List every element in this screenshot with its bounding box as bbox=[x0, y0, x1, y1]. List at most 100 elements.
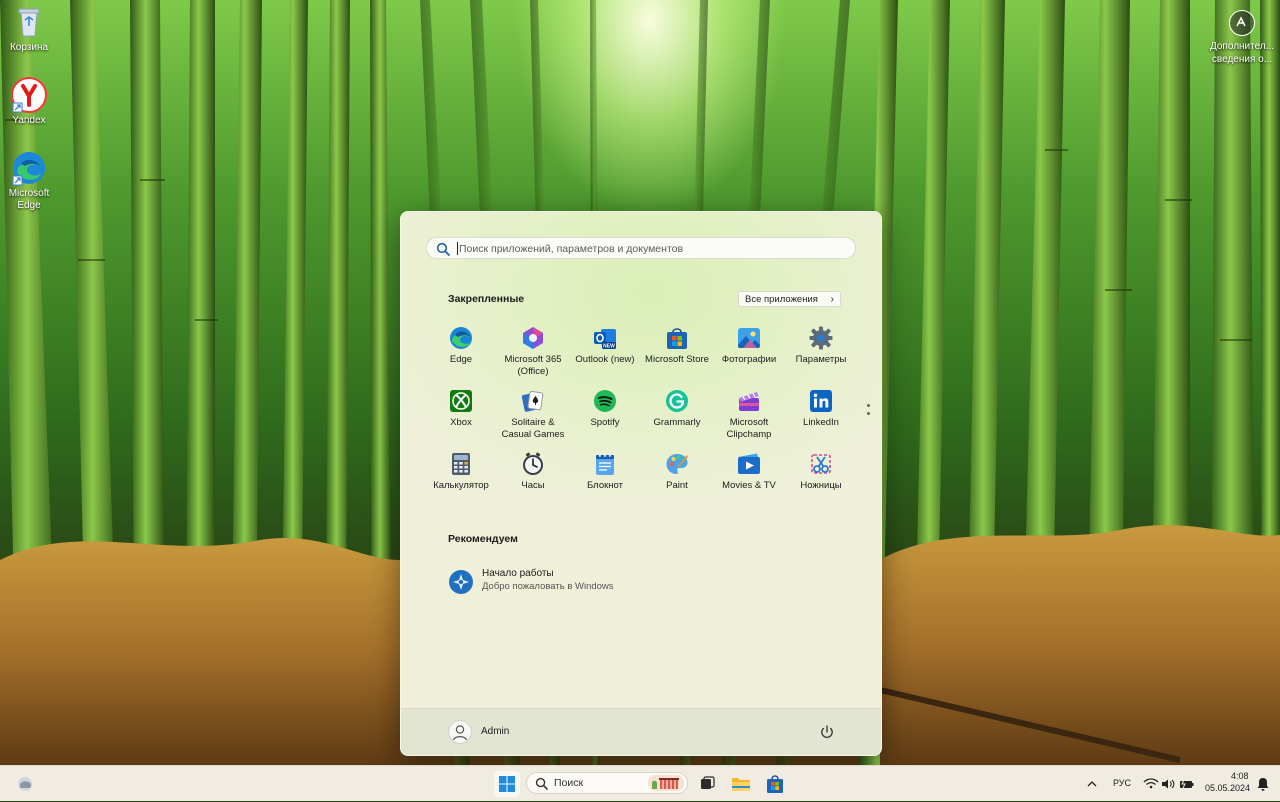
pinned-app-solitaire[interactable]: Solitaire & Casual Games bbox=[497, 385, 569, 448]
app-label: Movies & TV bbox=[722, 480, 776, 491]
start-menu: Закрепленные Все приложения › Edge bbox=[400, 211, 882, 756]
clock-icon bbox=[521, 452, 545, 476]
all-apps-label: Все приложения bbox=[745, 294, 818, 305]
pinned-app-outlook[interactable]: NEW Outlook (new) bbox=[569, 322, 641, 385]
pinned-app-microsoft-store[interactable]: Microsoft Store bbox=[641, 322, 713, 385]
wifi-icon bbox=[1143, 778, 1159, 789]
pinned-app-movies-tv[interactable]: Movies & TV bbox=[713, 448, 785, 511]
app-label: Solitaire & Casual Games bbox=[501, 417, 565, 440]
pinned-app-paint[interactable]: Paint bbox=[641, 448, 713, 511]
desktop-icon-yandex[interactable]: Yandex bbox=[0, 77, 58, 127]
edge-icon bbox=[449, 326, 473, 350]
desktop-icon-edge[interactable]: Microsoft Edge bbox=[0, 150, 58, 212]
xbox-icon bbox=[449, 389, 473, 413]
pinned-app-microsoft-365[interactable]: Microsoft 365 (Office) bbox=[497, 322, 569, 385]
clock-time[interactable]: 4:08 bbox=[1231, 771, 1249, 781]
chevron-right-icon: › bbox=[830, 294, 834, 305]
app-label: Grammarly bbox=[653, 417, 701, 428]
movies-tv-icon bbox=[737, 452, 761, 476]
app-label: Параметры bbox=[795, 354, 847, 365]
task-view-button[interactable] bbox=[694, 771, 720, 797]
picture-info-line2: сведения о... bbox=[1211, 54, 1273, 65]
edge-icon bbox=[11, 150, 47, 186]
microsoft-365-icon bbox=[521, 326, 545, 350]
settings-gear-icon bbox=[809, 326, 833, 350]
power-icon bbox=[821, 725, 833, 738]
app-label: Edge bbox=[449, 354, 473, 365]
widgets-button[interactable] bbox=[12, 771, 38, 797]
app-label: Spotify bbox=[590, 417, 620, 428]
microsoft-store-taskbar-button[interactable] bbox=[762, 771, 788, 797]
svg-text:NEW: NEW bbox=[603, 344, 615, 350]
chevron-up-icon bbox=[1087, 781, 1097, 787]
recommended-section-title: Рекомендуем bbox=[448, 533, 518, 545]
show-hidden-icons-button[interactable] bbox=[1082, 771, 1102, 797]
folder-icon bbox=[732, 778, 750, 791]
search-highlight-icon bbox=[648, 775, 684, 791]
solitaire-icon bbox=[521, 389, 545, 413]
desktop-icon-recycle-bin[interactable]: Корзина bbox=[0, 4, 58, 54]
pinned-app-notepad[interactable]: Блокнот bbox=[569, 448, 641, 511]
app-label: Paint bbox=[666, 480, 688, 491]
file-explorer-button[interactable] bbox=[728, 771, 754, 797]
pinned-app-snipping-tool[interactable]: Ножницы bbox=[785, 448, 857, 511]
pinned-app-edge[interactable]: Edge bbox=[425, 322, 497, 385]
app-label: Outlook (new) bbox=[575, 354, 635, 365]
pinned-app-clock[interactable]: Часы bbox=[497, 448, 569, 511]
text-caret bbox=[457, 242, 458, 255]
pinned-app-xbox[interactable]: Xbox bbox=[425, 385, 497, 448]
app-label: Блокнот bbox=[587, 480, 623, 491]
search-icon bbox=[535, 777, 548, 790]
volume-icon bbox=[1162, 779, 1175, 789]
pinned-app-calculator[interactable]: Калькулятор bbox=[425, 448, 497, 511]
app-label: Фотографии bbox=[721, 354, 777, 365]
quick-settings-button[interactable] bbox=[1140, 771, 1196, 797]
clock-date[interactable]: 05.05.2024 bbox=[1205, 783, 1250, 793]
pinned-app-grammarly[interactable]: Grammarly bbox=[641, 385, 713, 448]
pinned-app-settings[interactable]: Параметры bbox=[785, 322, 857, 385]
snipping-tool-icon bbox=[809, 452, 833, 476]
desktop-icon-label: Yandex bbox=[12, 115, 46, 126]
notification-bell-icon bbox=[1257, 778, 1269, 791]
app-label: Xbox bbox=[450, 417, 472, 428]
power-button[interactable] bbox=[817, 722, 837, 742]
start-search-input[interactable] bbox=[457, 239, 851, 259]
user-avatar-icon bbox=[448, 720, 472, 744]
outlook-icon: NEW bbox=[593, 326, 617, 350]
store-icon bbox=[665, 326, 689, 350]
recommended-item-subtitle: Добро пожаловать в Windows bbox=[482, 581, 614, 592]
clipchamp-icon bbox=[737, 389, 761, 413]
windows-logo-icon bbox=[499, 776, 515, 792]
app-label: LinkedIn bbox=[803, 417, 839, 428]
language-indicator[interactable]: РУС bbox=[1113, 778, 1131, 788]
pinned-app-linkedin[interactable]: LinkedIn bbox=[785, 385, 857, 448]
pinned-section-title: Закрепленные bbox=[448, 293, 525, 305]
start-menu-footer: Admin bbox=[401, 708, 881, 755]
pinned-app-clipchamp[interactable]: Microsoft Clipchamp bbox=[713, 385, 785, 448]
search-icon bbox=[436, 242, 450, 256]
desktop-icon-label: Корзина bbox=[9, 42, 49, 53]
start-button[interactable] bbox=[494, 771, 520, 797]
taskbar-search-box[interactable]: Поиск bbox=[526, 772, 688, 794]
recommended-item-get-started[interactable]: Начало работы Добро пожаловать в Windows bbox=[447, 568, 747, 598]
app-label: Microsoft Clipchamp bbox=[726, 417, 772, 440]
pinned-app-spotify[interactable]: Spotify bbox=[569, 385, 641, 448]
notepad-icon bbox=[593, 452, 617, 476]
learn-about-picture[interactable]: Дополнител... сведения о... bbox=[1204, 8, 1280, 66]
notifications-button[interactable] bbox=[1252, 771, 1274, 797]
pinned-app-photos[interactable]: Фотографии bbox=[713, 322, 785, 385]
pinned-page-indicator[interactable] bbox=[867, 404, 871, 420]
all-apps-button[interactable]: Все приложения › bbox=[738, 291, 841, 307]
app-label: Калькулятор bbox=[433, 480, 489, 491]
app-label: Ножницы bbox=[800, 480, 842, 491]
photos-icon bbox=[737, 326, 761, 350]
app-label: Microsoft 365 (Office) bbox=[504, 354, 562, 377]
pinned-apps-grid: Edge Microsoft 365 (Office) NEW Outlook … bbox=[425, 322, 857, 511]
user-name: Admin bbox=[481, 726, 510, 737]
yandex-browser-icon bbox=[11, 77, 47, 113]
spotify-icon bbox=[593, 389, 617, 413]
recycle-bin-icon bbox=[11, 4, 47, 40]
weather-widget-icon bbox=[18, 777, 32, 791]
taskbar-search-label: Поиск bbox=[554, 777, 584, 789]
start-search-box[interactable] bbox=[426, 237, 856, 259]
